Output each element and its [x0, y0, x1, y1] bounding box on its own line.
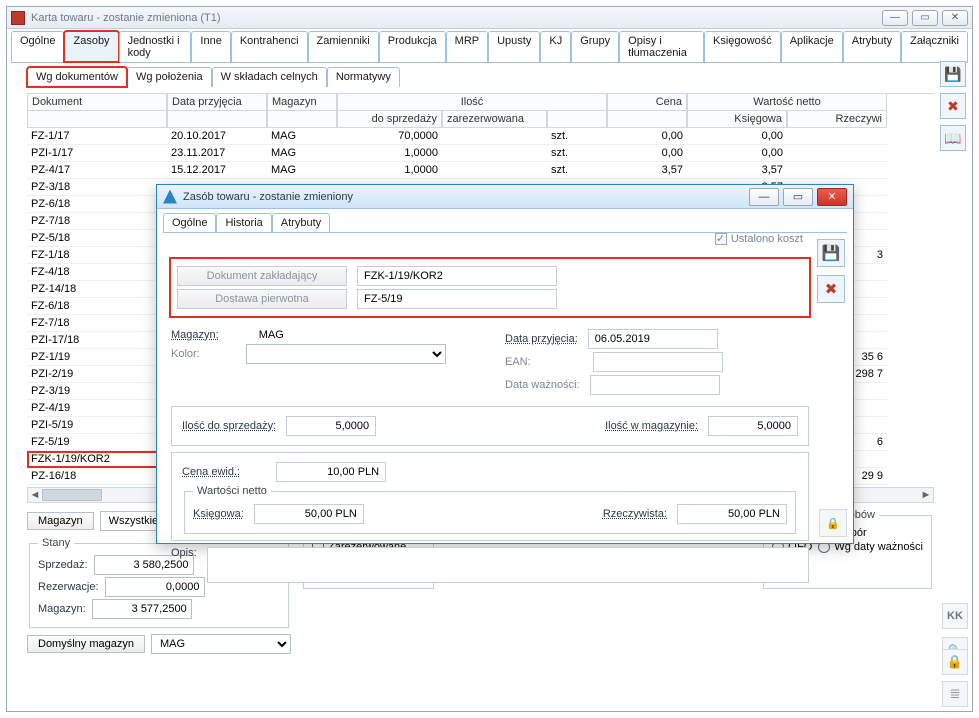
dialog-minimize-button[interactable]: — — [749, 188, 779, 206]
magazyn-qty-field[interactable] — [92, 599, 192, 619]
tab-zamienniki[interactable]: Zamienniki — [308, 31, 379, 62]
dialog-tabs: OgólneHistoriaAtrybuty — [163, 213, 847, 233]
scroll-thumb[interactable] — [42, 489, 102, 501]
tab-księgowość[interactable]: Księgowość — [704, 31, 781, 62]
tab-upusty[interactable]: Upusty — [488, 31, 540, 62]
opis-field[interactable] — [207, 547, 809, 583]
subtab-wg-dokumentów[interactable]: Wg dokumentów — [27, 67, 127, 87]
dialog-icon — [163, 190, 177, 204]
cena-ewid-field[interactable] — [276, 462, 386, 482]
maximize-button[interactable]: ▭ — [912, 10, 938, 26]
dialog-lock-icon[interactable]: 🔒 — [819, 509, 847, 537]
col-magazyn[interactable]: Magazyn — [267, 94, 337, 111]
tab-jednostki-i-kody[interactable]: Jednostki i kody — [119, 31, 192, 62]
rzeczywista-field[interactable] — [677, 504, 787, 524]
tab-inne[interactable]: Inne — [191, 31, 230, 62]
right-toolbar: 💾 ✖ 📖 — [938, 61, 968, 151]
col-ilosc[interactable]: Ilość — [337, 94, 607, 111]
dialog-tab-atrybuty[interactable]: Atrybuty — [272, 213, 330, 232]
dialog-title: Zasób towaru - zostanie zmieniony — [183, 191, 749, 203]
magazyn-button[interactable]: Magazyn — [27, 512, 94, 530]
sub-tabs: Wg dokumentówWg położeniaW składach celn… — [27, 67, 966, 87]
magazyn-value: MAG — [259, 329, 284, 341]
kolor-combo[interactable] — [246, 344, 446, 364]
table-row[interactable]: FZ-1/1720.10.2017MAG70,0000szt.0,000,00 — [27, 128, 934, 145]
save-icon[interactable]: 💾 — [940, 61, 966, 87]
dokument-zakladajacy-field[interactable] — [357, 266, 557, 286]
window-title: Karta towaru - zostanie zmieniona (T1) — [31, 12, 882, 24]
data-przyjecia-field[interactable] — [588, 329, 718, 349]
tab-kontrahenci[interactable]: Kontrahenci — [231, 31, 308, 62]
subtab-w-składach-celnych[interactable]: W składach celnych — [212, 67, 327, 87]
ustalono-koszt-check[interactable]: Ustalono koszt — [715, 233, 803, 245]
dostawa-pierwotna-field[interactable] — [357, 289, 557, 309]
col-cena[interactable]: Cena — [607, 94, 687, 111]
dialog-close-button[interactable]: ✕ — [817, 188, 847, 206]
scroll-right-icon[interactable]: ► — [919, 488, 933, 502]
book-icon[interactable]: 📖 — [940, 125, 966, 151]
kk-button[interactable]: KK — [942, 603, 968, 629]
col-ksieg[interactable]: Księgowa — [687, 111, 787, 128]
subtab-normatywy[interactable]: Normatywy — [327, 67, 400, 87]
data-waznosci-field[interactable] — [590, 375, 720, 395]
ilosc-sprzedazy-field[interactable] — [286, 416, 376, 436]
close-button[interactable]: ✕ — [942, 10, 968, 26]
tab-grupy[interactable]: Grupy — [571, 31, 619, 62]
delete-icon[interactable]: ✖ — [940, 93, 966, 119]
default-magazyn-button[interactable]: Domyślny magazyn — [27, 635, 145, 653]
tab-aplikacje[interactable]: Aplikacje — [781, 31, 843, 62]
subtab-wg-położenia[interactable]: Wg położenia — [127, 67, 212, 87]
default-magazyn-combo[interactable]: MAG — [151, 634, 291, 654]
tab-ogólne[interactable]: Ogólne — [11, 31, 64, 62]
dostawa-pierwotna-button[interactable]: Dostawa pierwotna — [177, 289, 347, 309]
ean-field[interactable] — [593, 352, 723, 372]
tab-zasoby[interactable]: Zasoby — [64, 31, 118, 62]
tab-produkcja[interactable]: Produkcja — [379, 31, 446, 62]
titlebar: Karta towaru - zostanie zmieniona (T1) —… — [7, 7, 972, 29]
col-data[interactable]: Data przyjęcia — [167, 94, 267, 111]
ksiegowa-field[interactable] — [254, 504, 364, 524]
resource-dialog: Zasób towaru - zostanie zmieniony — ▭ ✕ … — [156, 184, 854, 544]
dialog-tab-ogólne[interactable]: Ogólne — [163, 213, 216, 232]
tab-kj[interactable]: KJ — [540, 31, 571, 62]
dialog-delete-icon[interactable]: ✖ — [817, 275, 845, 303]
minimize-button[interactable]: — — [882, 10, 908, 26]
ilosc-magazyn-field[interactable] — [708, 416, 798, 436]
lock-icon[interactable]: 🔒 — [942, 649, 968, 675]
col-zarez[interactable]: zarezerwowana — [442, 111, 547, 128]
col-rzecz[interactable]: Rzeczywi — [787, 111, 887, 128]
main-tabs: OgólneZasobyJednostki i kodyInneKontrahe… — [11, 31, 968, 63]
layers-icon[interactable]: ≣ — [942, 681, 968, 707]
tab-mrp[interactable]: MRP — [446, 31, 488, 62]
highlighted-fields: Dokument zakładający Dostawa pierwotna — [171, 259, 809, 316]
col-dosprz[interactable]: do sprzedaży — [337, 111, 442, 128]
table-row[interactable]: PZ-4/1715.12.2017MAG1,0000szt.3,573,57 — [27, 162, 934, 179]
dokument-zakladajacy-button[interactable]: Dokument zakładający — [177, 266, 347, 286]
footer-icons: 🔒 ≣ — [942, 649, 968, 707]
app-icon — [11, 11, 25, 25]
tab-opisy-i-tłumaczenia[interactable]: Opisy i tłumaczenia — [619, 31, 704, 62]
table-row[interactable]: PZI-1/1723.11.2017MAG1,0000szt.0,000,00 — [27, 145, 934, 162]
dialog-maximize-button[interactable]: ▭ — [783, 188, 813, 206]
dialog-save-icon[interactable]: 💾 — [817, 239, 845, 267]
tab-atrybuty[interactable]: Atrybuty — [843, 31, 901, 62]
col-wartosc[interactable]: Wartość netto — [687, 94, 887, 111]
tab-załączniki[interactable]: Załączniki — [901, 31, 968, 62]
col-dokument[interactable]: Dokument — [27, 94, 167, 111]
dialog-titlebar: Zasób towaru - zostanie zmieniony — ▭ ✕ — [157, 185, 853, 209]
scroll-left-icon[interactable]: ◄ — [28, 488, 42, 502]
dialog-tab-historia[interactable]: Historia — [216, 213, 271, 232]
